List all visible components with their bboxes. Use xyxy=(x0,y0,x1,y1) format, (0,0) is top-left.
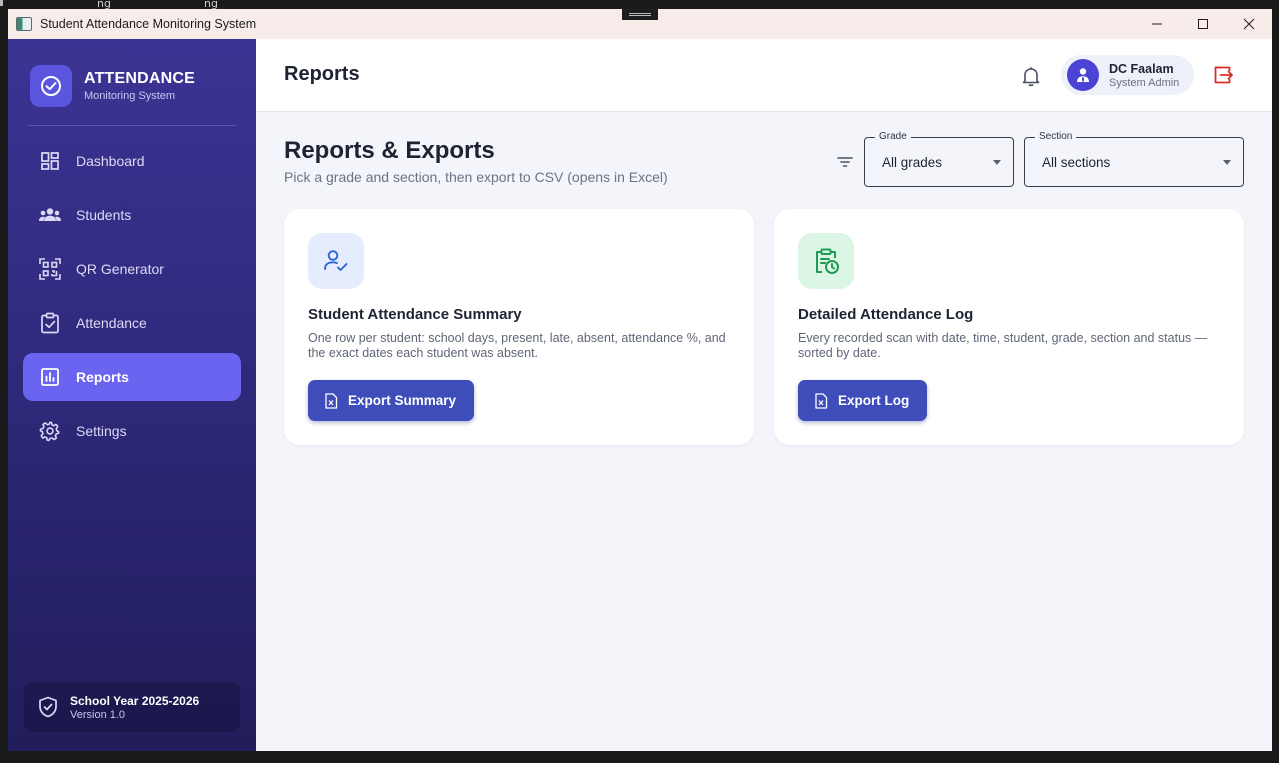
shield-check-icon xyxy=(39,696,57,718)
school-year-card: School Year 2025-2026 Version 1.0 xyxy=(24,682,240,732)
sidebar-item-reports[interactable]: Reports xyxy=(23,353,241,401)
close-icon xyxy=(1243,18,1255,30)
sidebar-item-label: Reports xyxy=(76,369,129,385)
maximize-button[interactable] xyxy=(1180,9,1226,39)
user-name: DC Faalam xyxy=(1109,61,1174,76)
sidebar-item-qr-generator[interactable]: QR Generator xyxy=(23,245,241,293)
export-log-button[interactable]: Export Log xyxy=(798,380,928,421)
notifications-button[interactable] xyxy=(1020,65,1042,87)
dashboard-icon xyxy=(39,150,61,172)
sidebar-nav: Dashboard Students QR Generator Attendan… xyxy=(23,137,241,461)
chevron-down-icon xyxy=(993,160,1001,165)
qr-code-icon xyxy=(39,258,61,280)
button-label: Export Summary xyxy=(348,393,457,408)
card-title: Detailed Attendance Log xyxy=(798,306,974,323)
minimize-button[interactable] xyxy=(1134,9,1180,39)
summary-report-card: Student Attendance Summary One row per s… xyxy=(284,209,754,445)
minimize-icon xyxy=(1152,23,1162,25)
sidebar-item-settings[interactable]: Settings xyxy=(23,407,241,455)
title-bar[interactable]: Student Attendance Monitoring System xyxy=(8,9,1272,39)
card-description: One row per student: school days, presen… xyxy=(308,331,726,360)
section-subheading: Pick a grade and section, then export to… xyxy=(284,169,668,185)
clipboard-clock-icon xyxy=(798,233,854,289)
sidebar-item-label: Attendance xyxy=(76,315,147,331)
close-button[interactable] xyxy=(1226,9,1272,39)
sidebar-item-label: Dashboard xyxy=(76,153,145,169)
grade-select-value: All grades xyxy=(882,155,943,170)
excel-file-icon xyxy=(325,392,338,409)
export-summary-button[interactable]: Export Summary xyxy=(308,380,475,421)
drag-handle[interactable] xyxy=(622,9,658,20)
sidebar-item-attendance[interactable]: Attendance xyxy=(23,299,241,347)
app-icon xyxy=(16,17,32,31)
user-icon xyxy=(1077,68,1089,82)
filter-icon xyxy=(836,153,856,173)
section-header: Reports & Exports Pick a grade and secti… xyxy=(284,137,668,185)
grade-select-label: Grade xyxy=(875,131,911,142)
chevron-down-icon xyxy=(1223,160,1231,165)
brand-subtitle: Monitoring System xyxy=(84,90,176,102)
window-title: Student Attendance Monitoring System xyxy=(40,17,257,31)
gear-icon xyxy=(39,420,61,442)
log-report-card: Detailed Attendance Log Every recorded s… xyxy=(774,209,1244,445)
logout-icon xyxy=(1214,66,1233,84)
school-year-label: School Year 2025-2026 xyxy=(70,693,200,708)
user-check-icon xyxy=(308,233,364,289)
clipboard-check-icon xyxy=(39,312,61,334)
students-icon xyxy=(39,204,61,226)
background-fragment xyxy=(0,0,3,6)
user-profile-chip[interactable]: DC Faalam System Admin xyxy=(1061,55,1194,95)
logout-button[interactable] xyxy=(1212,64,1234,86)
brand-title: ATTENDANCE xyxy=(84,70,196,87)
check-circle-icon xyxy=(30,65,72,107)
sidebar-divider xyxy=(28,125,236,126)
grade-select[interactable]: Grade All grades xyxy=(864,131,1014,187)
section-select[interactable]: Section All sections xyxy=(1024,131,1244,187)
section-heading: Reports & Exports xyxy=(284,137,495,164)
sidebar-item-students[interactable]: Students xyxy=(23,191,241,239)
top-bar: Reports DC Faalam System Admin xyxy=(256,39,1272,112)
bell-icon xyxy=(1022,67,1040,87)
sidebar: ATTENDANCE Monitoring System Dashboard S… xyxy=(8,39,256,751)
page-title: Reports xyxy=(284,63,360,85)
brand: ATTENDANCE Monitoring System xyxy=(30,65,195,107)
excel-file-icon xyxy=(815,392,828,409)
avatar xyxy=(1067,59,1099,91)
sidebar-item-label: Settings xyxy=(76,423,127,439)
user-role: System Admin xyxy=(1109,76,1180,89)
section-select-value: All sections xyxy=(1042,155,1111,170)
bar-chart-icon xyxy=(39,366,61,388)
sidebar-item-label: QR Generator xyxy=(76,261,164,277)
app-window: Student Attendance Monitoring System ATT… xyxy=(8,9,1272,751)
version-label: Version 1.0 xyxy=(70,708,126,721)
section-select-label: Section xyxy=(1035,131,1077,142)
card-description: Every recorded scan with date, time, stu… xyxy=(798,331,1208,360)
button-label: Export Log xyxy=(838,393,910,408)
main-content: Reports DC Faalam System Admin Reports &… xyxy=(256,39,1272,751)
card-title: Student Attendance Summary xyxy=(308,306,522,323)
sidebar-item-dashboard[interactable]: Dashboard xyxy=(23,137,241,185)
maximize-icon xyxy=(1198,19,1208,29)
sidebar-item-label: Students xyxy=(76,207,132,223)
